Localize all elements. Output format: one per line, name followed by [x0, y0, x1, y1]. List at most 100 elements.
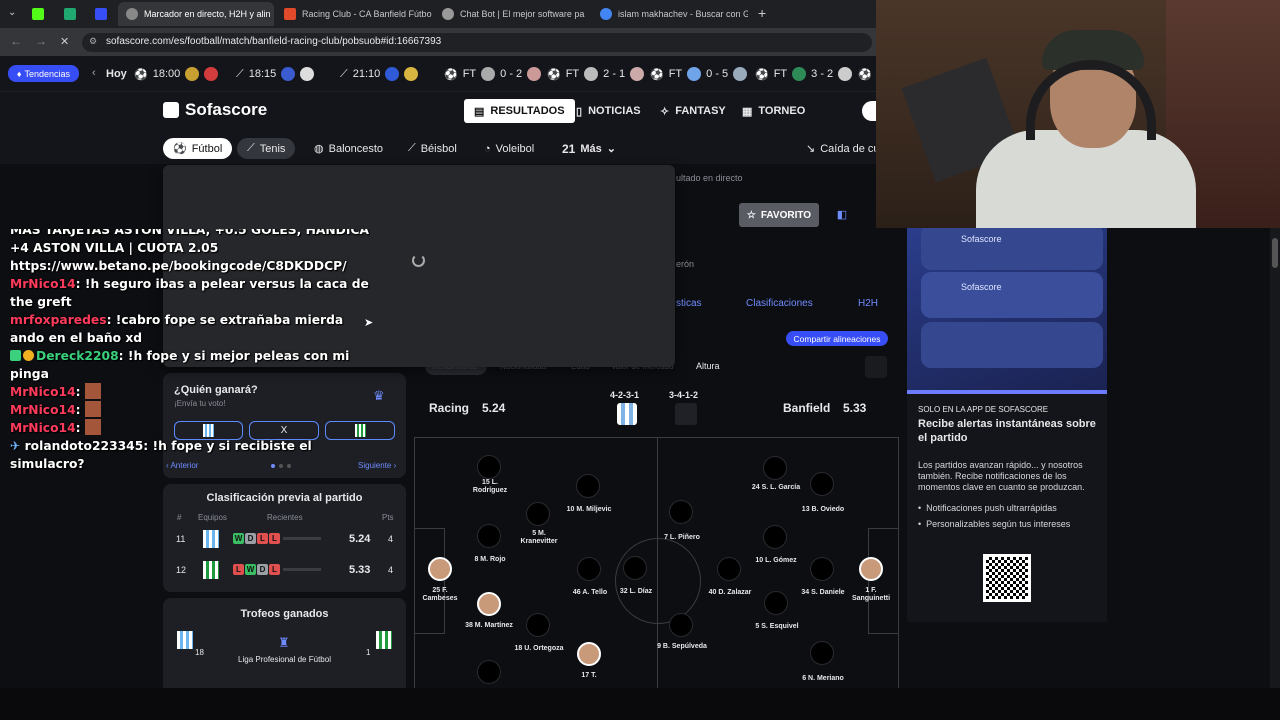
tab-google[interactable]: islam makhachev - Buscar con G ✕: [592, 2, 748, 26]
tab-search-icon[interactable]: ⌄: [8, 7, 16, 18]
ticker-status: FT: [773, 68, 788, 80]
ticker-item[interactable]: ⟋ 21:10: [340, 66, 419, 82]
player-marker[interactable]: 8 M. Rojo: [465, 524, 515, 564]
player-marker[interactable]: 18 U. Ortegoza: [514, 613, 564, 653]
url-field[interactable]: ⚙ sofascore.com/es/football/match/banfie…: [82, 33, 872, 52]
badge-icon: [10, 350, 21, 361]
chat-line: MrNico14:: [10, 419, 370, 437]
streamer-webcam: [876, 0, 1280, 228]
sport-baseball[interactable]: ⟋ Béisbol: [398, 138, 467, 159]
player-avatar: [477, 524, 501, 548]
app-favicon-icon[interactable]: [64, 8, 76, 20]
player-avatar: [577, 557, 601, 581]
nav-label: TORNEO: [758, 105, 806, 117]
forward-icon[interactable]: →: [35, 34, 47, 48]
player-marker[interactable]: 40 D. Zalazar: [705, 557, 755, 597]
player-marker[interactable]: 17 T. Conechny: [564, 642, 614, 680]
team-crest-icon: [204, 67, 219, 81]
player-marker[interactable]: [477, 660, 501, 684]
tab-statistics[interactable]: sticas: [676, 298, 702, 309]
player-marker[interactable]: 9 B. Sepúlveda: [657, 613, 707, 651]
sport-volleyball[interactable]: ◔ Voleibol: [474, 138, 544, 159]
tab-h2h[interactable]: H2H: [858, 298, 878, 309]
team-crest-icon: [792, 67, 807, 81]
ticker-item[interactable]: ⚽ FT 0 - 2: [444, 66, 542, 82]
sofascore-logo[interactable]: Sofascore: [163, 100, 267, 120]
player-marker[interactable]: 32 L. Díaz: [611, 556, 661, 596]
team-crest-icon: [527, 67, 542, 81]
tab-sofascore[interactable]: Marcador en directo, H2H y alin ✕: [118, 2, 274, 26]
favorite-button[interactable]: ☆ FAVORITO: [739, 203, 819, 227]
player-avatar: [576, 474, 600, 498]
filter-height[interactable]: Altura: [696, 361, 720, 371]
ticker-item[interactable]: ⚽: [858, 66, 872, 82]
trophies-card: Trofeos ganados 18 ♜ Liga Profesional de…: [163, 598, 406, 688]
ticker-status: FT: [565, 68, 580, 80]
player-name: 15 L. Rodríguez: [472, 479, 508, 494]
player-marker[interactable]: 15 L. Rodríguez: [465, 455, 515, 495]
player-marker[interactable]: 10 M. Miljevic: [564, 474, 614, 514]
sport-football[interactable]: ⚽ Fútbol: [163, 138, 233, 159]
table-row[interactable]: 12 LWDL 5.33 4: [163, 560, 406, 584]
stop-icon[interactable]: ✕: [60, 35, 69, 48]
nav-tournament[interactable]: ▦ TORNEO: [732, 99, 815, 123]
kick-favicon-icon[interactable]: [32, 8, 44, 20]
table-row[interactable]: 11 WDLL 5.24 4: [163, 529, 406, 553]
ticker-item[interactable]: ⟋ 18:15: [236, 66, 315, 82]
player-marker[interactable]: 5 S. Esquivel: [752, 591, 802, 631]
team-crest-icon: [300, 67, 315, 81]
chevron-left-icon[interactable]: ‹: [92, 67, 96, 79]
odds-drop-link[interactable]: ↘ Caída de cuo: [796, 138, 876, 159]
form-strip: WDLL: [233, 533, 321, 544]
share-lineups-button[interactable]: Compartir alineaciones: [786, 331, 888, 346]
tennis-icon: ⟋: [247, 142, 255, 154]
col-points: Pts: [382, 513, 394, 522]
back-icon[interactable]: ←: [10, 34, 22, 48]
player-marker[interactable]: 1 F. Sanguinetti: [846, 557, 896, 603]
ticker-item[interactable]: ⚽ FT 2 - 1: [547, 66, 645, 82]
ticker-item[interactable]: ⚽ FT 0 - 5: [650, 66, 748, 82]
compare-icon[interactable]: ◧: [830, 203, 854, 227]
site-info-icon[interactable]: ⚙: [89, 36, 97, 47]
ticker-item[interactable]: ⚽ 18:00: [134, 66, 219, 82]
trending-button[interactable]: ♦ Tendencias: [8, 65, 79, 82]
player-marker[interactable]: 13 B. Oviedo: [798, 472, 848, 514]
away-team-name[interactable]: Banfield: [783, 401, 830, 415]
racing-crest-icon: [203, 530, 219, 548]
chevron-down-icon: ⌄: [606, 143, 616, 155]
player-name: 13 B. Oviedo: [801, 506, 845, 513]
ticker-item[interactable]: ⚽ FT 3 - 2: [755, 66, 853, 82]
tab-standings[interactable]: Clasificaciones: [746, 298, 813, 309]
player-avatar: [526, 613, 550, 637]
search-button[interactable]: [862, 101, 876, 121]
player-marker[interactable]: 46 A. Tello: [565, 557, 615, 597]
nav-fantasy[interactable]: ✧ FANTASY: [650, 99, 736, 123]
nav-results[interactable]: ▤ RESULTADOS: [464, 99, 575, 123]
player-marker[interactable]: 10 L. Gómez: [751, 525, 801, 565]
tab-chatbot[interactable]: Chat Bot | El mejor software pa ✕: [434, 2, 590, 26]
chat-line: the greft: [10, 295, 72, 309]
player-marker[interactable]: 34 S. Daniele: [798, 557, 848, 597]
tab-racing[interactable]: Racing Club - CA Banfield Fútbo ✕: [276, 2, 432, 26]
sofascore-favicon-icon[interactable]: [95, 8, 107, 20]
player-marker[interactable]: 7 L. Piñero: [657, 500, 707, 542]
more-sports-button[interactable]: 21 Más ⌄: [552, 138, 626, 159]
team-crest-icon: [185, 67, 200, 81]
home-team-name[interactable]: Racing: [429, 401, 469, 415]
player-marker[interactable]: 24 S. L. García: [751, 456, 801, 492]
google-icon: [600, 8, 612, 20]
sport-basketball[interactable]: ◍ Baloncesto: [304, 138, 393, 159]
player-marker[interactable]: 25 F. Cambeses: [415, 557, 465, 603]
player-marker[interactable]: 6 N. Meriano: [798, 641, 848, 683]
nav-news[interactable]: ▯ NOTICIAS: [566, 99, 651, 123]
settings-button[interactable]: [865, 356, 887, 378]
sport-tennis[interactable]: ⟋ Tenis: [237, 138, 296, 159]
notification-card: Sofascore: [921, 272, 1103, 318]
form-strip: LWDL: [233, 564, 321, 575]
promo-bullet: • Personalizables según tus intereses: [918, 519, 1071, 529]
new-tab-icon[interactable]: +: [758, 5, 766, 21]
player-marker[interactable]: 38 M. Martínez: [464, 592, 514, 630]
page-scrollbar[interactable]: [1270, 228, 1280, 690]
player-avatar: [477, 660, 501, 684]
player-marker[interactable]: 5 M. Kranevitter: [514, 502, 564, 546]
